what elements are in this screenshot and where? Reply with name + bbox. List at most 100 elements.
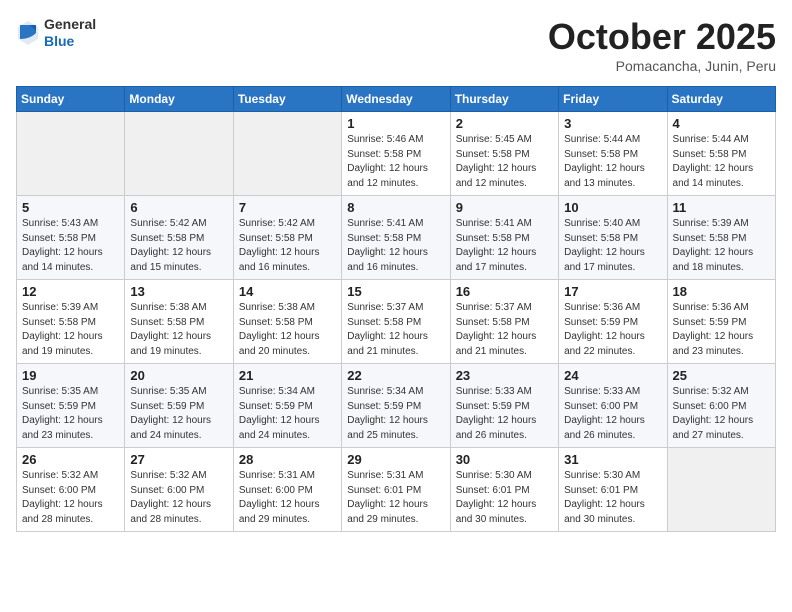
day-info: Sunrise: 5:31 AM Sunset: 6:01 PM Dayligh… bbox=[347, 469, 444, 527]
calendar-cell: 20 Sunrise: 5:35 AM Sunset: 5:59 PM Dayli… bbox=[125, 364, 233, 448]
day-number: 28 bbox=[239, 452, 336, 467]
day-number: 5 bbox=[22, 200, 119, 215]
logo-blue: Blue bbox=[44, 33, 96, 50]
weekday-header: Sunday bbox=[17, 87, 125, 112]
day-info: Sunrise: 5:37 AM Sunset: 5:58 PM Dayligh… bbox=[456, 301, 553, 359]
day-info: Sunrise: 5:32 AM Sunset: 6:00 PM Dayligh… bbox=[673, 385, 770, 443]
day-number: 13 bbox=[130, 284, 227, 299]
calendar-cell: 23Sunrise: 5:33 AM Sunset: 5:59 PM Dayli… bbox=[450, 364, 558, 448]
day-info: Sunrise: 5:33 AM Sunset: 6:00 PM Dayligh… bbox=[564, 385, 661, 443]
logo-text: General Blue bbox=[44, 16, 96, 50]
day-info: Sunrise: 5:40 AM Sunset: 5:58 PM Dayligh… bbox=[564, 217, 661, 275]
day-info: Sunrise: 5:39 AM Sunset: 5:58 PM Dayligh… bbox=[673, 217, 770, 275]
day-number: 25 bbox=[673, 368, 770, 383]
calendar-cell: 13 Sunrise: 5:38 AM Sunset: 5:58 PM Dayli… bbox=[125, 280, 233, 364]
title-block: October 2025 Pomacancha, Junin, Peru bbox=[548, 16, 776, 74]
day-info: Sunrise: 5:34 AM Sunset: 5:59 PM Dayligh… bbox=[347, 385, 444, 443]
day-number: 4 bbox=[673, 116, 770, 131]
day-number: 14 bbox=[239, 284, 336, 299]
day-number: 2 bbox=[456, 116, 553, 131]
day-info: Sunrise: 5:32 AM Sunset: 6:00 PM Dayligh… bbox=[22, 469, 119, 527]
day-info: Sunrise: 5:41 AM Sunset: 5:58 PM Dayligh… bbox=[347, 217, 444, 275]
logo: General Blue bbox=[16, 16, 96, 50]
day-number: 11 bbox=[673, 200, 770, 215]
day-number: 19 bbox=[22, 368, 119, 383]
day-number: 27 bbox=[130, 452, 227, 467]
weekday-header: Thursday bbox=[450, 87, 558, 112]
calendar-cell: 1 Sunrise: 5:46 AM Sunset: 5:58 PM Daylig… bbox=[342, 112, 450, 196]
weekday-header: Saturday bbox=[667, 87, 775, 112]
weekday-header: Monday bbox=[125, 87, 233, 112]
day-number: 21 bbox=[239, 368, 336, 383]
calendar-week-row: 5 Sunrise: 5:43 AM Sunset: 5:58 PM Daylig… bbox=[17, 196, 776, 280]
calendar-cell bbox=[233, 112, 341, 196]
day-number: 12 bbox=[22, 284, 119, 299]
calendar-cell: 7 Sunrise: 5:42 AM Sunset: 5:58 PM Daylig… bbox=[233, 196, 341, 280]
calendar-cell: 4Sunrise: 5:44 AM Sunset: 5:58 PM Daylig… bbox=[667, 112, 775, 196]
calendar-cell: 5 Sunrise: 5:43 AM Sunset: 5:58 PM Daylig… bbox=[17, 196, 125, 280]
day-info: Sunrise: 5:34 AM Sunset: 5:59 PM Dayligh… bbox=[239, 385, 336, 443]
calendar-week-row: 26 Sunrise: 5:32 AM Sunset: 6:00 PM Dayli… bbox=[17, 448, 776, 532]
day-info: Sunrise: 5:38 AM Sunset: 5:58 PM Dayligh… bbox=[130, 301, 227, 359]
day-info: Sunrise: 5:37 AM Sunset: 5:58 PM Dayligh… bbox=[347, 301, 444, 359]
calendar-cell: 8 Sunrise: 5:41 AM Sunset: 5:58 PM Daylig… bbox=[342, 196, 450, 280]
day-number: 24 bbox=[564, 368, 661, 383]
weekday-header: Wednesday bbox=[342, 87, 450, 112]
day-info: Sunrise: 5:42 AM Sunset: 5:58 PM Dayligh… bbox=[239, 217, 336, 275]
logo-icon bbox=[16, 19, 40, 47]
calendar-cell: 16 Sunrise: 5:37 AM Sunset: 5:58 PM Dayli… bbox=[450, 280, 558, 364]
day-info: Sunrise: 5:33 AM Sunset: 5:59 PM Dayligh… bbox=[456, 385, 553, 443]
day-number: 20 bbox=[130, 368, 227, 383]
calendar-cell: 27 Sunrise: 5:32 AM Sunset: 6:00 PM Dayli… bbox=[125, 448, 233, 532]
day-info: Sunrise: 5:35 AM Sunset: 5:59 PM Dayligh… bbox=[22, 385, 119, 443]
calendar-cell: 3 Sunrise: 5:44 AM Sunset: 5:58 PM Daylig… bbox=[559, 112, 667, 196]
calendar-week-row: 12Sunrise: 5:39 AM Sunset: 5:58 PM Dayli… bbox=[17, 280, 776, 364]
calendar-cell: 29 Sunrise: 5:31 AM Sunset: 6:01 PM Dayli… bbox=[342, 448, 450, 532]
day-number: 30 bbox=[456, 452, 553, 467]
calendar-cell: 17Sunrise: 5:36 AM Sunset: 5:59 PM Dayli… bbox=[559, 280, 667, 364]
calendar-cell bbox=[125, 112, 233, 196]
day-number: 18 bbox=[673, 284, 770, 299]
day-number: 16 bbox=[456, 284, 553, 299]
day-number: 1 bbox=[347, 116, 444, 131]
calendar-cell: 22 Sunrise: 5:34 AM Sunset: 5:59 PM Dayli… bbox=[342, 364, 450, 448]
day-number: 8 bbox=[347, 200, 444, 215]
day-number: 15 bbox=[347, 284, 444, 299]
day-number: 31 bbox=[564, 452, 661, 467]
calendar-cell: 21 Sunrise: 5:34 AM Sunset: 5:59 PM Dayli… bbox=[233, 364, 341, 448]
day-number: 26 bbox=[22, 452, 119, 467]
day-number: 3 bbox=[564, 116, 661, 131]
calendar-cell: 14 Sunrise: 5:38 AM Sunset: 5:58 PM Dayli… bbox=[233, 280, 341, 364]
day-info: Sunrise: 5:38 AM Sunset: 5:58 PM Dayligh… bbox=[239, 301, 336, 359]
day-info: Sunrise: 5:41 AM Sunset: 5:58 PM Dayligh… bbox=[456, 217, 553, 275]
day-info: Sunrise: 5:45 AM Sunset: 5:58 PM Dayligh… bbox=[456, 133, 553, 191]
day-info: Sunrise: 5:35 AM Sunset: 5:59 PM Dayligh… bbox=[130, 385, 227, 443]
calendar-cell: 31 Sunrise: 5:30 AM Sunset: 6:01 PM Dayli… bbox=[559, 448, 667, 532]
day-info: Sunrise: 5:30 AM Sunset: 6:01 PM Dayligh… bbox=[456, 469, 553, 527]
calendar-cell bbox=[667, 448, 775, 532]
calendar-cell: 18Sunrise: 5:36 AM Sunset: 5:59 PM Dayli… bbox=[667, 280, 775, 364]
day-info: Sunrise: 5:46 AM Sunset: 5:58 PM Dayligh… bbox=[347, 133, 444, 191]
calendar-cell: 15 Sunrise: 5:37 AM Sunset: 5:58 PM Dayli… bbox=[342, 280, 450, 364]
day-number: 10 bbox=[564, 200, 661, 215]
calendar-week-row: 1 Sunrise: 5:46 AM Sunset: 5:58 PM Daylig… bbox=[17, 112, 776, 196]
weekday-header: Friday bbox=[559, 87, 667, 112]
calendar-cell: 30 Sunrise: 5:30 AM Sunset: 6:01 PM Dayli… bbox=[450, 448, 558, 532]
page-header: General Blue October 2025 Pomacancha, Ju… bbox=[16, 16, 776, 74]
day-info: Sunrise: 5:32 AM Sunset: 6:00 PM Dayligh… bbox=[130, 469, 227, 527]
calendar-cell: 11 Sunrise: 5:39 AM Sunset: 5:58 PM Dayli… bbox=[667, 196, 775, 280]
day-number: 29 bbox=[347, 452, 444, 467]
calendar-header-row: SundayMondayTuesdayWednesdayThursdayFrid… bbox=[17, 87, 776, 112]
calendar-cell: 19 Sunrise: 5:35 AM Sunset: 5:59 PM Dayli… bbox=[17, 364, 125, 448]
day-info: Sunrise: 5:30 AM Sunset: 6:01 PM Dayligh… bbox=[564, 469, 661, 527]
calendar-table: SundayMondayTuesdayWednesdayThursdayFrid… bbox=[16, 86, 776, 532]
calendar-cell: 12Sunrise: 5:39 AM Sunset: 5:58 PM Dayli… bbox=[17, 280, 125, 364]
calendar-cell: 24 Sunrise: 5:33 AM Sunset: 6:00 PM Dayli… bbox=[559, 364, 667, 448]
day-info: Sunrise: 5:31 AM Sunset: 6:00 PM Dayligh… bbox=[239, 469, 336, 527]
day-info: Sunrise: 5:43 AM Sunset: 5:58 PM Dayligh… bbox=[22, 217, 119, 275]
day-number: 22 bbox=[347, 368, 444, 383]
day-info: Sunrise: 5:44 AM Sunset: 5:58 PM Dayligh… bbox=[564, 133, 661, 191]
day-number: 9 bbox=[456, 200, 553, 215]
calendar-cell: 26 Sunrise: 5:32 AM Sunset: 6:00 PM Dayli… bbox=[17, 448, 125, 532]
day-number: 7 bbox=[239, 200, 336, 215]
